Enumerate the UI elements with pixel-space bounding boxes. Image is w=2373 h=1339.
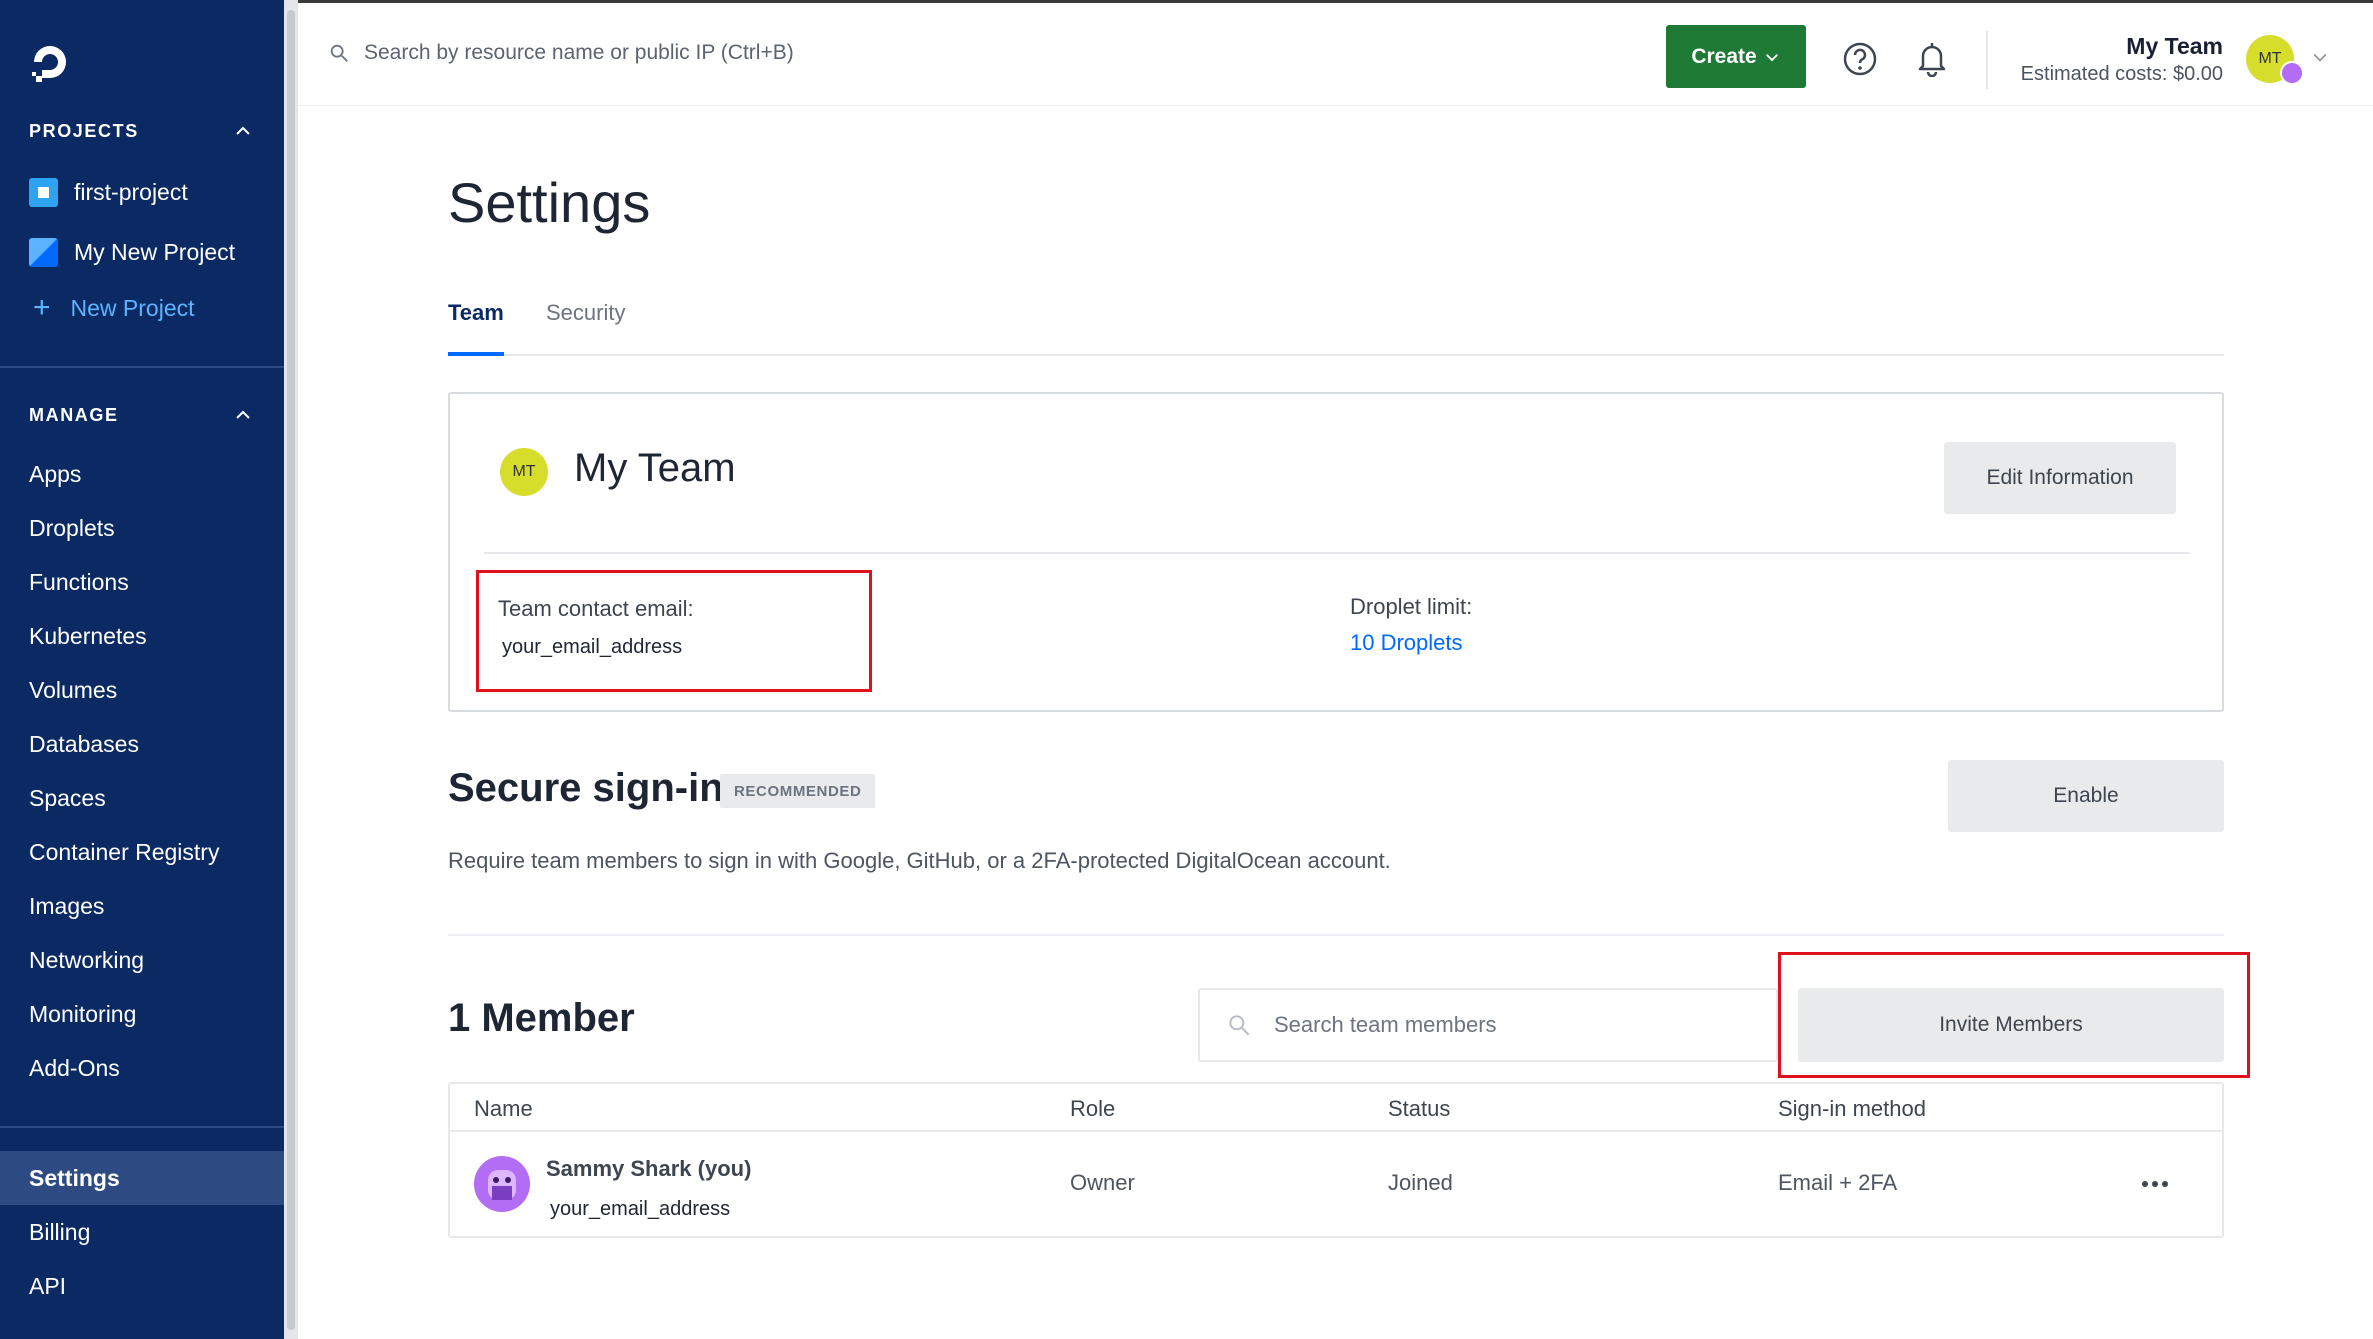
sidebar-scrollbar[interactable] (284, 0, 298, 1339)
contact-email-highlight (476, 570, 872, 692)
bell-icon[interactable] (1914, 39, 1950, 77)
sidebar-item-spaces[interactable]: Spaces (29, 778, 106, 818)
top-divider (1986, 31, 1988, 89)
member-role: Owner (1070, 1170, 1135, 1195)
sidebar-item-volumes[interactable]: Volumes (29, 670, 117, 710)
member-name: Sammy Shark (you) (546, 1156, 752, 1181)
chevron-down-icon[interactable] (2310, 47, 2330, 67)
project-label: first-project (74, 178, 188, 205)
recommended-badge: RECOMMENDED (720, 774, 876, 808)
digitalocean-logo-icon[interactable] (26, 38, 74, 86)
chevron-down-icon (1765, 53, 1778, 61)
member-search-input[interactable]: Search team members (1198, 988, 1778, 1062)
sidebar-item-apps[interactable]: Apps (29, 454, 81, 494)
project-stripe-icon (29, 237, 58, 267)
sammy-shark-avatar (474, 1156, 530, 1212)
project-square-icon (29, 177, 58, 207)
card-divider (484, 552, 2190, 554)
create-button[interactable]: Create (1666, 25, 1806, 88)
project-item-my-new-project[interactable]: My New Project (29, 232, 235, 272)
project-item-first-project[interactable]: first-project (29, 172, 188, 212)
sidebar-item-networking[interactable]: Networking (29, 940, 144, 980)
projects-heading[interactable]: PROJECTS (29, 116, 255, 146)
global-search-placeholder: Search by resource name or public IP (Ct… (364, 41, 794, 64)
tab-security[interactable]: Security (546, 300, 625, 356)
droplet-limit-link[interactable]: 10 Droplets (1350, 630, 1463, 656)
scrollbar-thumb[interactable] (287, 10, 295, 1330)
user-avatar-mini (2280, 61, 2304, 85)
sidebar-item-api[interactable]: API (29, 1266, 66, 1306)
search-icon (330, 44, 348, 62)
manage-heading[interactable]: MANAGE (29, 400, 255, 430)
sidebar-item-droplets[interactable]: Droplets (29, 508, 115, 548)
contact-email-value: your_email_address (502, 636, 683, 658)
team-card-avatar: MT (500, 448, 548, 496)
contact-email-label: Team contact email: (498, 596, 694, 621)
invite-members-button[interactable]: Invite Members (1798, 988, 2224, 1062)
team-card-name: My Team (574, 446, 736, 490)
sidebar-item-functions[interactable]: Functions (29, 562, 129, 602)
more-options-icon[interactable] (2140, 1178, 2170, 1190)
sidebar-item-billing[interactable]: Billing (29, 1212, 90, 1252)
tab-team[interactable]: Team (448, 300, 504, 356)
help-icon[interactable] (1842, 41, 1878, 77)
new-project-label: New Project (70, 294, 195, 321)
sidebar-item-images[interactable]: Images (29, 886, 104, 926)
chevron-up-icon[interactable] (231, 403, 255, 427)
member-status: Joined (1388, 1170, 1453, 1195)
plus-icon: + (33, 291, 51, 324)
secure-signin-description: Require team members to sign in with Goo… (448, 848, 1391, 873)
column-header-role[interactable]: Role (1070, 1096, 1115, 1122)
create-label: Create (1691, 44, 1757, 68)
new-project-link[interactable]: + New Project (29, 288, 195, 328)
project-label: My New Project (74, 238, 236, 265)
members-title: 1 Member (448, 996, 635, 1040)
sidebar-item-databases[interactable]: Databases (29, 724, 139, 764)
global-search-input[interactable]: Search by resource name or public IP (Ct… (328, 41, 794, 65)
manage-heading-label: MANAGE (29, 404, 119, 425)
column-header-signin[interactable]: Sign-in method (1778, 1096, 1926, 1122)
enable-button[interactable]: Enable (1948, 760, 2224, 832)
settings-tabs: Team Security (448, 300, 2224, 356)
member-search-placeholder: Search team members (1274, 1012, 1497, 1037)
members-table: Name Role Status Sign-in method Sammy Sh… (448, 1082, 2224, 1238)
sidebar-divider (0, 366, 284, 368)
droplet-limit-label: Droplet limit: (1350, 594, 1473, 619)
sidebar-item-settings[interactable]: Settings (29, 1158, 120, 1198)
edit-information-button[interactable]: Edit Information (1944, 442, 2176, 514)
section-divider (448, 934, 2224, 936)
member-signin-method: Email + 2FA (1778, 1170, 1898, 1195)
secure-signin-title: Secure sign-in (448, 766, 724, 810)
sidebar-item-container-registry[interactable]: Container Registry (29, 832, 219, 872)
chevron-up-icon[interactable] (231, 119, 255, 143)
top-team-name[interactable]: My Team (2126, 33, 2223, 60)
page-title: Settings (448, 171, 651, 234)
search-icon (1229, 1015, 1250, 1036)
column-header-status[interactable]: Status (1388, 1096, 1450, 1122)
sidebar-item-kubernetes[interactable]: Kubernetes (29, 616, 147, 656)
team-info-card: MT My Team Edit Information Team contact… (448, 392, 2224, 712)
member-email: your_email_address (550, 1198, 731, 1220)
sidebar-divider (0, 1126, 284, 1128)
column-header-name[interactable]: Name (474, 1096, 533, 1122)
estimated-costs: Estimated costs: $0.00 (2020, 63, 2223, 85)
sidebar: PROJECTS first-project My New Project + … (0, 0, 284, 1339)
sidebar-item-add-ons[interactable]: Add-Ons (29, 1048, 120, 1088)
top-bar: Search by resource name or public IP (Ct… (298, 0, 2373, 106)
sidebar-item-monitoring[interactable]: Monitoring (29, 994, 136, 1034)
table-header: Name Role Status Sign-in method (450, 1084, 2222, 1132)
projects-heading-label: PROJECTS (29, 120, 139, 141)
